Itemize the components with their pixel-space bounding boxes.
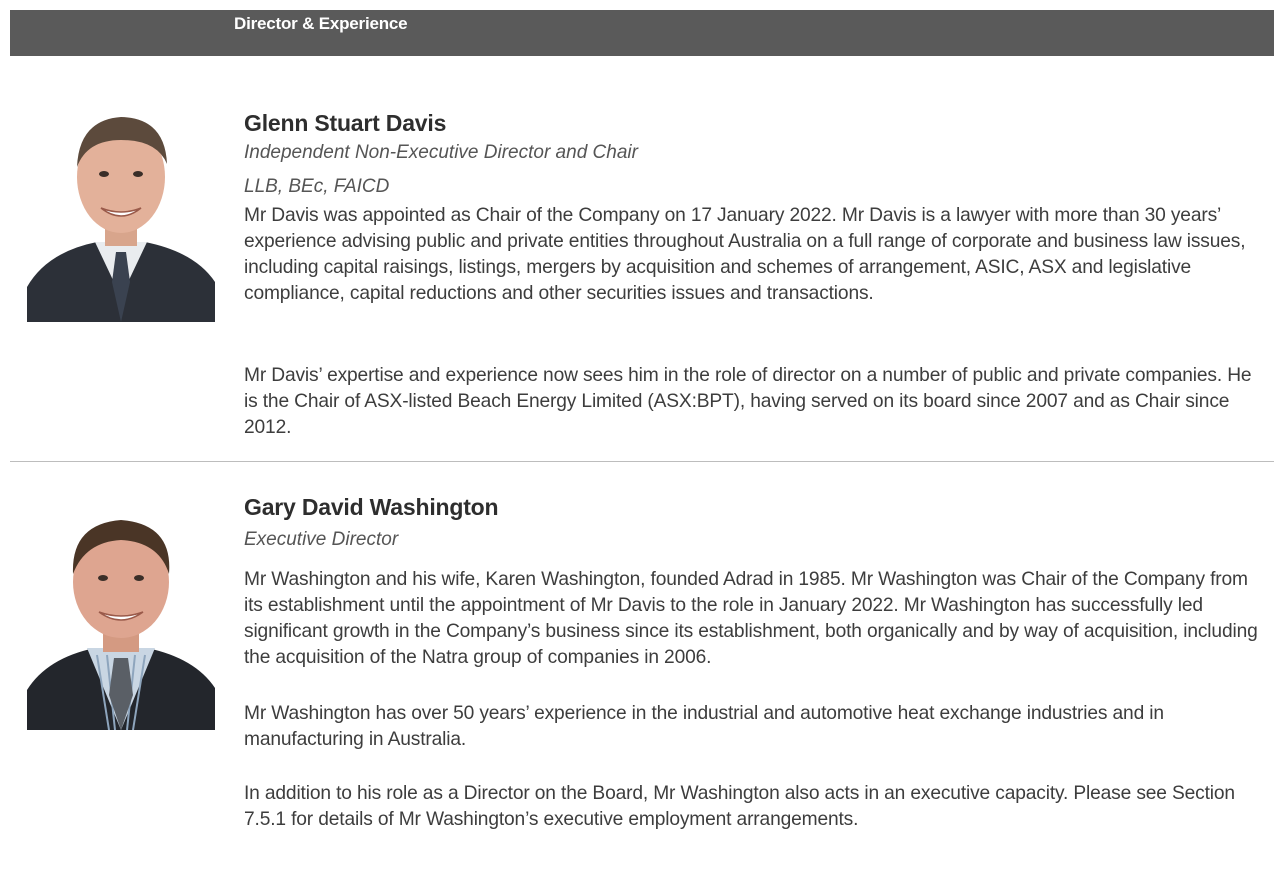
director-bio-paragraph: Mr Davis’ expertise and experience now s… [244,365,1252,438]
director-name: Glenn Stuart Davis [244,110,447,136]
director-qualifications: LLB, BEc, FAICD [244,176,390,197]
director-photo-glenn-davis [27,82,215,322]
section-divider [10,461,1274,462]
section-header-bar [10,10,1274,56]
director-role: Independent Non-Executive Director and C… [244,142,638,163]
director-bio-paragraph: In addition to his role as a Director on… [244,783,1235,830]
section-title: Director & Experience [234,14,408,33]
director-bio-paragraph: Mr Washington has over 50 years’ experie… [244,703,1164,750]
director-photo-gary-washington [27,490,215,730]
director-role: Executive Director [244,529,399,550]
director-name: Gary David Washington [244,494,499,520]
director-bio-paragraph: Mr Washington and his wife, Karen Washin… [244,569,1258,668]
director-bio-paragraph: Mr Davis was appointed as Chair of the C… [244,205,1246,304]
